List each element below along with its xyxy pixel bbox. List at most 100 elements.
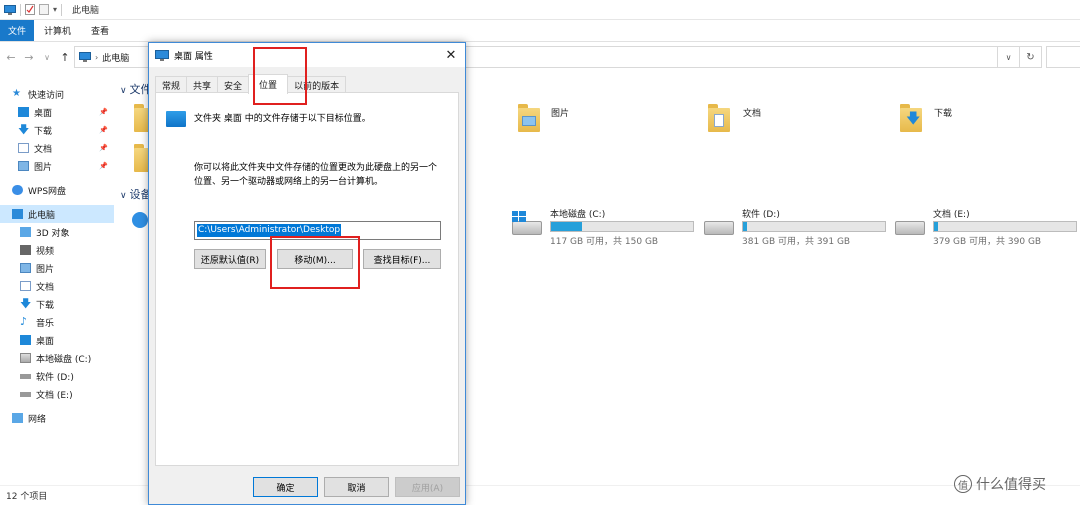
section-devices-title[interactable]: ∨ 设备	[120, 186, 151, 202]
cube-icon	[20, 227, 31, 237]
nav-documents[interactable]: 文档	[0, 277, 114, 295]
drive-usage-bar	[550, 221, 694, 232]
properties-dialog: 桌面 属性 ✕ 常规 共享 安全 位置 以前的版本 文件夹 桌面 中的文件存储于…	[148, 42, 466, 505]
folder-label-documents[interactable]: 文档	[743, 106, 761, 119]
drive-icon	[704, 221, 734, 235]
breadcrumb-chevron-icon[interactable]: ›	[95, 53, 98, 62]
nav-videos[interactable]: 视频	[0, 241, 114, 259]
location-tab-panel: 文件夹 桌面 中的文件存储于以下目标位置。 你可以将此文件夹中文件存储的位置更改…	[155, 92, 459, 466]
nav-downloads[interactable]: 🡇 下载	[0, 295, 114, 313]
pin-icon[interactable]: 📌	[99, 126, 108, 134]
recent-dropdown-icon[interactable]: ∨	[38, 48, 56, 66]
cloud-icon[interactable]	[132, 212, 148, 228]
tab-view[interactable]: 查看	[81, 20, 119, 41]
nav-quick-access[interactable]: ★ 快速访问	[0, 85, 114, 103]
location-summary: 文件夹 桌面 中的文件存储于以下目标位置。	[194, 114, 371, 124]
nav-music[interactable]: ♪ 音乐	[0, 313, 114, 331]
apply-button[interactable]: 应用(A)	[395, 477, 460, 497]
nav-network[interactable]: 网络	[0, 409, 114, 427]
nav-drive-d[interactable]: 软件 (D:)	[0, 367, 114, 385]
tab-sharing[interactable]: 共享	[186, 76, 219, 93]
folder-pictures-icon[interactable]	[518, 102, 544, 132]
drive-usage-bar	[742, 221, 886, 232]
tab-location[interactable]: 位置	[248, 74, 289, 94]
drive-icon	[895, 221, 925, 235]
drive-name: 本地磁盘 (C:)	[550, 210, 606, 220]
location-path-input[interactable]: C:\Users\Administrator\Desktop	[194, 221, 441, 240]
ok-button[interactable]: 确定	[253, 477, 318, 497]
windows-logo-icon	[512, 211, 526, 222]
drive-icon	[20, 373, 31, 379]
network-icon	[12, 413, 23, 423]
nav-3d-objects[interactable]: 3D 对象	[0, 223, 114, 241]
back-arrow-icon[interactable]: ←	[2, 48, 20, 66]
music-icon: ♪	[20, 315, 28, 328]
restore-default-button[interactable]: 还原默认值(R)	[194, 249, 266, 269]
drive-free-space: 117 GB 可用，共 150 GB	[550, 237, 659, 247]
nav-drive-e[interactable]: 文档 (E:)	[0, 385, 114, 403]
drive-usage-bar	[933, 221, 1077, 232]
location-path-text: C:\Users\Administrator\Desktop	[197, 224, 342, 237]
item-count: 12 个项目	[6, 492, 48, 502]
nav-pinned-pictures[interactable]: 图片 📌	[0, 157, 114, 175]
pin-icon[interactable]: 📌	[99, 144, 108, 152]
drive-tile-c[interactable]: 本地磁盘 (C:) 117 GB 可用，共 150 GB	[512, 207, 702, 247]
drive-usage-fill	[934, 222, 939, 231]
nav-this-pc[interactable]: 此电脑	[0, 205, 114, 223]
picture-icon	[20, 263, 31, 273]
properties-icon[interactable]	[25, 4, 35, 15]
folder-label-pictures[interactable]: 图片	[551, 106, 569, 119]
computer-icon	[12, 209, 23, 219]
nav-pictures[interactable]: 图片	[0, 259, 114, 277]
desktop-icon	[20, 335, 31, 345]
nav-pinned-documents[interactable]: 文档 📌	[0, 139, 114, 157]
pin-icon[interactable]: 📌	[99, 162, 108, 170]
tab-previous-versions[interactable]: 以前的版本	[287, 76, 347, 93]
desktop-icon	[18, 107, 29, 117]
folder-downloads-icon[interactable]: 🡇	[900, 102, 926, 132]
nav-wps-cloud[interactable]: WPS网盘	[0, 181, 114, 199]
navigation-pane: ★ 快速访问 桌面 📌 🡇 下载 📌 文档 📌 图片 📌 WPS网盘 此电脑 3…	[0, 80, 114, 485]
window-title: 此电脑	[72, 6, 100, 16]
dialog-title: 桌面 属性	[174, 51, 213, 62]
nav-desktop[interactable]: 桌面	[0, 331, 114, 349]
forward-arrow-icon[interactable]: →	[20, 48, 38, 66]
dialog-titlebar[interactable]: 桌面 属性 ✕	[149, 43, 465, 67]
desktop-icon	[155, 49, 169, 61]
tab-general[interactable]: 常规	[155, 76, 188, 93]
qat-dropdown-icon[interactable]: ▾	[53, 5, 57, 14]
picture-icon	[18, 161, 29, 171]
address-dropdown-icon[interactable]: ∨	[997, 47, 1019, 67]
breadcrumb[interactable]: 此电脑	[102, 51, 129, 64]
watermark: 值 什么值得买	[954, 474, 1046, 494]
cancel-button[interactable]: 取消	[324, 477, 389, 497]
computer-icon	[79, 52, 91, 62]
pin-icon[interactable]: 📌	[99, 108, 108, 116]
drive-usage-fill	[551, 222, 583, 231]
nav-pinned-desktop[interactable]: 桌面 📌	[0, 103, 114, 121]
location-description-2: 位置、另一个驱动器或网络上的另一台计算机。	[194, 177, 384, 187]
computer-icon	[4, 4, 16, 15]
tab-file[interactable]: 文件	[0, 20, 34, 41]
refresh-icon[interactable]: ↻	[1019, 47, 1041, 67]
drive-tile-d[interactable]: 软件 (D:) 381 GB 可用，共 391 GB	[704, 207, 894, 247]
tab-computer[interactable]: 计算机	[34, 20, 81, 41]
nav-drive-c[interactable]: 本地磁盘 (C:)	[0, 349, 114, 367]
new-folder-icon[interactable]	[39, 4, 49, 15]
section-folders-title[interactable]: ∨ 文件	[120, 81, 151, 97]
drive-name: 文档 (E:)	[933, 210, 970, 220]
move-button[interactable]: 移动(M)...	[277, 249, 353, 269]
find-target-button[interactable]: 查找目标(F)...	[363, 249, 441, 269]
folder-documents-icon[interactable]	[708, 102, 734, 132]
folder-label-downloads[interactable]: 下载	[934, 106, 952, 119]
explorer-titlebar: ▾ 此电脑	[0, 0, 1080, 20]
desktop-folder-icon	[166, 111, 186, 127]
tab-security[interactable]: 安全	[217, 76, 250, 93]
search-input[interactable]	[1046, 46, 1080, 68]
drive-tile-e[interactable]: 文档 (E:) 379 GB 可用，共 390 GB	[895, 207, 1080, 247]
close-icon[interactable]: ✕	[441, 45, 461, 65]
nav-pinned-downloads[interactable]: 🡇 下载 📌	[0, 121, 114, 139]
document-icon	[20, 281, 31, 291]
up-arrow-icon[interactable]: ↑	[56, 48, 74, 66]
download-icon: 🡇	[18, 123, 30, 136]
